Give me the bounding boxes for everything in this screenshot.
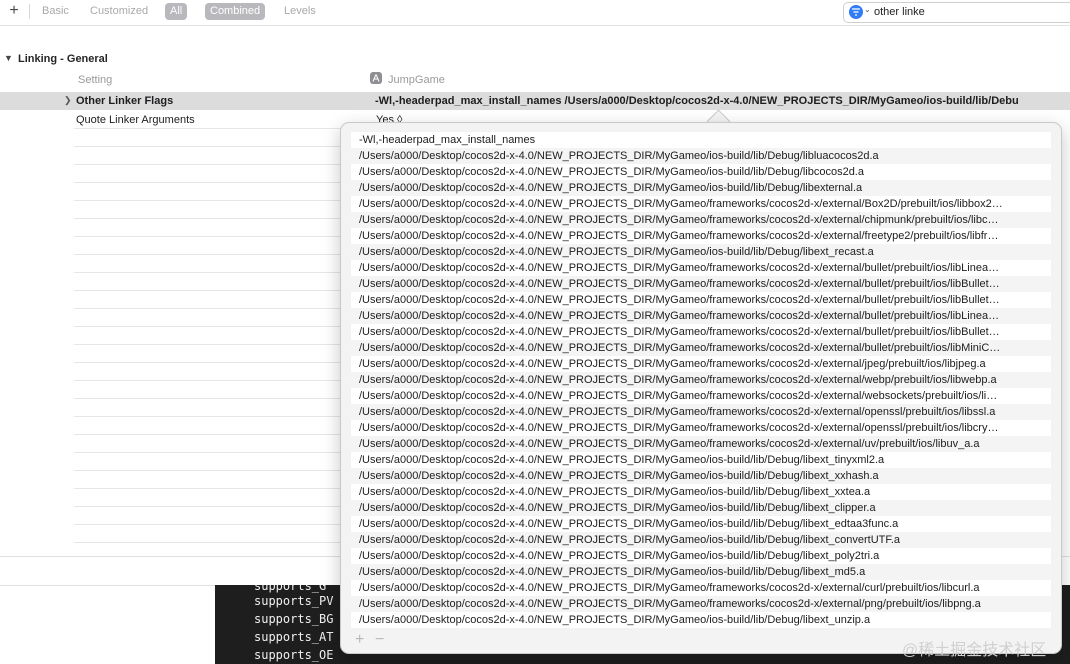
flag-list-item[interactable]: /Users/a000/Desktop/cocos2d-x-4.0/NEW_PR… bbox=[351, 260, 1051, 276]
chevron-right-icon[interactable]: ❯ bbox=[64, 95, 72, 106]
row-divider bbox=[74, 344, 344, 345]
row-divider bbox=[74, 326, 344, 327]
terminal-line: supports_G bbox=[254, 585, 327, 593]
flag-list-item[interactable]: /Users/a000/Desktop/cocos2d-x-4.0/NEW_PR… bbox=[351, 612, 1051, 628]
flag-list-item[interactable]: /Users/a000/Desktop/cocos2d-x-4.0/NEW_PR… bbox=[351, 500, 1051, 516]
add-setting-button[interactable]: + bbox=[6, 2, 22, 20]
flag-list-item[interactable]: /Users/a000/Desktop/cocos2d-x-4.0/NEW_PR… bbox=[351, 372, 1051, 388]
row-divider bbox=[74, 272, 344, 273]
flag-list-item[interactable]: /Users/a000/Desktop/cocos2d-x-4.0/NEW_PR… bbox=[351, 324, 1051, 340]
segment-combined[interactable]: Combined bbox=[205, 3, 266, 20]
flag-list-item[interactable]: /Users/a000/Desktop/cocos2d-x-4.0/NEW_PR… bbox=[351, 564, 1051, 580]
row-divider bbox=[74, 164, 344, 165]
terminal-line: supports_AT bbox=[254, 630, 334, 644]
chevron-down-icon[interactable]: ⌄ bbox=[864, 5, 871, 14]
flag-list-item[interactable]: /Users/a000/Desktop/cocos2d-x-4.0/NEW_PR… bbox=[351, 548, 1051, 564]
flag-list-item[interactable]: /Users/a000/Desktop/cocos2d-x-4.0/NEW_PR… bbox=[351, 228, 1051, 244]
flag-list-item[interactable]: /Users/a000/Desktop/cocos2d-x-4.0/NEW_PR… bbox=[351, 196, 1051, 212]
flag-list-item[interactable]: /Users/a000/Desktop/cocos2d-x-4.0/NEW_PR… bbox=[351, 484, 1051, 500]
app-target-icon bbox=[370, 72, 382, 84]
row-divider bbox=[74, 452, 344, 453]
row-divider bbox=[74, 182, 344, 183]
segment-levels[interactable]: Levels bbox=[279, 3, 321, 20]
flag-list-item[interactable]: /Users/a000/Desktop/cocos2d-x-4.0/NEW_PR… bbox=[351, 452, 1051, 468]
segment-customized[interactable]: Customized bbox=[85, 3, 153, 20]
add-flag-button[interactable]: + bbox=[355, 631, 364, 649]
empty-rows bbox=[74, 128, 344, 556]
flag-list-item[interactable]: /Users/a000/Desktop/cocos2d-x-4.0/NEW_PR… bbox=[351, 516, 1051, 532]
flag-list-item[interactable]: /Users/a000/Desktop/cocos2d-x-4.0/NEW_PR… bbox=[351, 212, 1051, 228]
row-divider bbox=[74, 200, 344, 201]
flag-list-item[interactable]: /Users/a000/Desktop/cocos2d-x-4.0/NEW_PR… bbox=[351, 436, 1051, 452]
row-divider bbox=[74, 362, 344, 363]
flag-list-item[interactable]: /Users/a000/Desktop/cocos2d-x-4.0/NEW_PR… bbox=[351, 388, 1051, 404]
segment-basic[interactable]: Basic bbox=[37, 3, 74, 20]
row-divider bbox=[74, 218, 344, 219]
row-divider bbox=[74, 308, 344, 309]
linker-flags-popover: -Wl,-headerpad_max_install_names/Users/a… bbox=[340, 122, 1062, 654]
row-divider bbox=[74, 506, 344, 507]
flag-list-item[interactable]: /Users/a000/Desktop/cocos2d-x-4.0/NEW_PR… bbox=[351, 292, 1051, 308]
row-divider bbox=[74, 290, 344, 291]
row-divider bbox=[74, 254, 344, 255]
flag-list-item[interactable]: /Users/a000/Desktop/cocos2d-x-4.0/NEW_PR… bbox=[351, 244, 1051, 260]
search-input[interactable]: other linke bbox=[874, 6, 925, 18]
flag-list-item[interactable]: /Users/a000/Desktop/cocos2d-x-4.0/NEW_PR… bbox=[351, 276, 1051, 292]
row-divider bbox=[74, 236, 344, 237]
row-divider bbox=[74, 146, 344, 147]
disclosure-triangle-icon[interactable]: ▼ bbox=[4, 53, 13, 63]
row-divider bbox=[74, 470, 344, 471]
row-divider bbox=[74, 128, 344, 129]
section-title: Linking - General bbox=[18, 53, 108, 65]
row-divider bbox=[74, 380, 344, 381]
flag-list-item[interactable]: /Users/a000/Desktop/cocos2d-x-4.0/NEW_PR… bbox=[351, 532, 1051, 548]
setting-value[interactable]: -Wl,-headerpad_max_install_names /Users/… bbox=[375, 95, 1019, 107]
toolbar-divider bbox=[29, 4, 30, 19]
row-divider bbox=[74, 416, 344, 417]
row-divider bbox=[74, 434, 344, 435]
watermark-text: @稀土掘金技术社区 bbox=[902, 642, 1047, 659]
terminal-line: supports_PV bbox=[254, 594, 334, 608]
flag-list-item[interactable]: /Users/a000/Desktop/cocos2d-x-4.0/NEW_PR… bbox=[351, 596, 1051, 612]
terminal-line: supports_OE bbox=[254, 648, 334, 662]
setting-name: Other Linker Flags bbox=[76, 95, 174, 107]
terminal-line: supports_BG bbox=[254, 612, 334, 626]
setting-name: Quote Linker Arguments bbox=[76, 114, 195, 126]
row-divider bbox=[74, 542, 344, 543]
flag-list-item[interactable]: /Users/a000/Desktop/cocos2d-x-4.0/NEW_PR… bbox=[351, 180, 1051, 196]
row-divider bbox=[74, 488, 344, 489]
row-divider bbox=[74, 398, 344, 399]
row-divider bbox=[74, 524, 344, 525]
segment-all[interactable]: All bbox=[165, 3, 188, 20]
flag-list-item[interactable]: /Users/a000/Desktop/cocos2d-x-4.0/NEW_PR… bbox=[351, 356, 1051, 372]
flag-list-item[interactable]: -Wl,-headerpad_max_install_names bbox=[351, 132, 1051, 148]
flag-list-item[interactable]: /Users/a000/Desktop/cocos2d-x-4.0/NEW_PR… bbox=[351, 468, 1051, 484]
flag-list-item[interactable]: /Users/a000/Desktop/cocos2d-x-4.0/NEW_PR… bbox=[351, 420, 1051, 436]
setting-row-other-linker-flags[interactable]: ❯ Other Linker Flags -Wl,-headerpad_max_… bbox=[0, 92, 1070, 110]
flag-list-item[interactable]: /Users/a000/Desktop/cocos2d-x-4.0/NEW_PR… bbox=[351, 404, 1051, 420]
column-header-target: JumpGame bbox=[388, 74, 445, 86]
flags-list[interactable]: -Wl,-headerpad_max_install_names/Users/a… bbox=[351, 132, 1051, 628]
search-field[interactable]: ⌄ other linke bbox=[843, 2, 1070, 23]
flag-list-item[interactable]: /Users/a000/Desktop/cocos2d-x-4.0/NEW_PR… bbox=[351, 308, 1051, 324]
flag-list-item[interactable]: /Users/a000/Desktop/cocos2d-x-4.0/NEW_PR… bbox=[351, 340, 1051, 356]
column-header-setting: Setting bbox=[78, 74, 113, 86]
filter-icon[interactable] bbox=[849, 5, 863, 19]
scope-toolbar: + Basic Customized All Combined Levels ⌄… bbox=[0, 0, 1070, 26]
flag-list-item[interactable]: /Users/a000/Desktop/cocos2d-x-4.0/NEW_PR… bbox=[351, 580, 1051, 596]
remove-flag-button[interactable]: − bbox=[375, 631, 384, 649]
flag-list-item[interactable]: /Users/a000/Desktop/cocos2d-x-4.0/NEW_PR… bbox=[351, 148, 1051, 164]
flag-list-item[interactable]: /Users/a000/Desktop/cocos2d-x-4.0/NEW_PR… bbox=[351, 164, 1051, 180]
